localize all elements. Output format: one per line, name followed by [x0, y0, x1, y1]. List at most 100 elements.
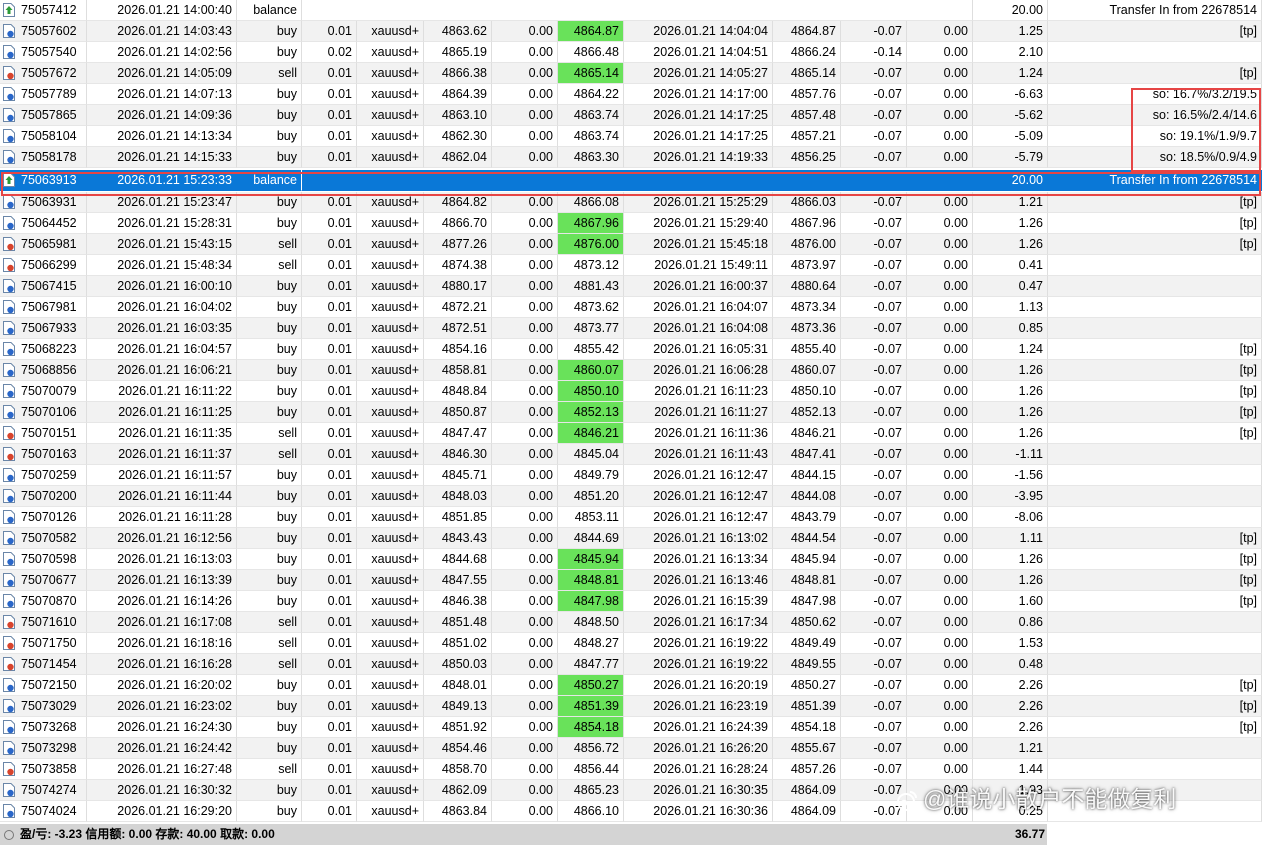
cell-volume: 0.01 — [302, 654, 357, 675]
cell-sl: 0.00 — [492, 486, 558, 507]
cell-close-price: 4857.48 — [773, 105, 841, 126]
ticket-number: 75057865 — [21, 108, 77, 122]
trade-row[interactable]: 75070106 2026.01.21 16:11:25 buy 0.01 xauusd… — [0, 402, 1262, 423]
cell-volume: 0.01 — [302, 738, 357, 759]
trade-row[interactable]: 75058104 2026.01.21 14:13:34 buy 0.01 xauusd… — [0, 126, 1262, 147]
trade-row[interactable]: 75070259 2026.01.21 16:11:57 buy 0.01 xauusd… — [0, 465, 1262, 486]
cell-sl: 0.00 — [492, 213, 558, 234]
cell-open-price: 4863.84 — [424, 801, 492, 822]
cell-profit: 20.00 — [973, 0, 1048, 21]
cell-open-price: 4844.68 — [424, 549, 492, 570]
cell-commission: -0.07 — [841, 423, 907, 444]
trade-row[interactable]: 75071750 2026.01.21 16:18:16 sell 0.01 xauus… — [0, 633, 1262, 654]
cell-type: sell — [237, 255, 302, 276]
cell-symbol: xauusd+ — [357, 147, 424, 168]
trade-row[interactable]: 75068856 2026.01.21 16:06:21 buy 0.01 xauusd… — [0, 360, 1262, 381]
buy-order-icon — [3, 300, 15, 314]
trade-row[interactable]: 75064452 2026.01.21 15:28:31 buy 0.01 xauusd… — [0, 213, 1262, 234]
cell-commission: -0.07 — [841, 63, 907, 84]
trade-row[interactable]: 75070582 2026.01.21 16:12:56 buy 0.01 xauusd… — [0, 528, 1262, 549]
cell-type: buy — [237, 84, 302, 105]
cell-close-price: 4857.76 — [773, 84, 841, 105]
sell-order-icon — [3, 447, 15, 461]
cell-symbol: xauusd+ — [357, 570, 424, 591]
balance-row[interactable]: 75063913 2026.01.21 15:23:33 balance 20.00 T… — [0, 170, 1262, 191]
trade-row[interactable]: 75057540 2026.01.21 14:02:56 buy 0.02 xauusd… — [0, 42, 1262, 63]
cell-ticket: 75070677 — [0, 570, 87, 591]
cell-swap: 0.00 — [907, 213, 973, 234]
cell-tp: 4845.04 — [558, 444, 624, 465]
cell-swap: 0.00 — [907, 675, 973, 696]
buy-order-icon — [3, 321, 15, 335]
cell-commission: -0.07 — [841, 360, 907, 381]
trade-row[interactable]: 75068223 2026.01.21 16:04:57 buy 0.01 xauusd… — [0, 339, 1262, 360]
trade-row[interactable]: 75071610 2026.01.21 16:17:08 sell 0.01 xauus… — [0, 612, 1262, 633]
balance-row[interactable]: 75057412 2026.01.21 14:00:40 balance 20.00 T… — [0, 0, 1262, 21]
cell-swap: 0.00 — [907, 717, 973, 738]
cell-open-price: 4854.16 — [424, 339, 492, 360]
cell-ticket: 75074024 — [0, 801, 87, 822]
cell-comment — [1048, 654, 1262, 675]
trade-row[interactable]: 75067981 2026.01.21 16:04:02 buy 0.01 xauusd… — [0, 297, 1262, 318]
cell-tp: 4864.87 — [558, 21, 624, 42]
cell-tp: 4850.10 — [558, 381, 624, 402]
trade-row[interactable]: 75070151 2026.01.21 16:11:35 sell 0.01 xauus… — [0, 423, 1262, 444]
cell-profit: 1.26 — [973, 213, 1048, 234]
cell-ticket: 75065981 — [0, 234, 87, 255]
cell-sl: 0.00 — [492, 339, 558, 360]
trade-row[interactable]: 75063931 2026.01.21 15:23:47 buy 0.01 xauusd… — [0, 192, 1262, 213]
trade-row[interactable]: 75070677 2026.01.21 16:13:39 buy 0.01 xauusd… — [0, 570, 1262, 591]
ticket-number: 75074024 — [21, 804, 77, 818]
trade-row[interactable]: 75073268 2026.01.21 16:24:30 buy 0.01 xauusd… — [0, 717, 1262, 738]
cell-swap: 0.00 — [907, 612, 973, 633]
ticket-number: 75067415 — [21, 279, 77, 293]
trade-row[interactable]: 75057789 2026.01.21 14:07:13 buy 0.01 xauusd… — [0, 84, 1262, 105]
trade-row[interactable]: 75071454 2026.01.21 16:16:28 sell 0.01 xauus… — [0, 654, 1262, 675]
cell-symbol: xauusd+ — [357, 549, 424, 570]
trade-row[interactable]: 75073298 2026.01.21 16:24:42 buy 0.01 xauusd… — [0, 738, 1262, 759]
trade-row[interactable]: 75073858 2026.01.21 16:27:48 sell 0.01 xauus… — [0, 759, 1262, 780]
trade-row[interactable]: 75070870 2026.01.21 16:14:26 buy 0.01 xauusd… — [0, 591, 1262, 612]
cell-open-price: 4845.71 — [424, 465, 492, 486]
buy-order-icon — [3, 216, 15, 230]
buy-order-icon — [3, 699, 15, 713]
cell-sl: 0.00 — [492, 84, 558, 105]
cell-open-time: 2026.01.21 16:04:02 — [87, 297, 237, 318]
cell-open-time: 2026.01.21 16:13:39 — [87, 570, 237, 591]
cell-commission: -0.07 — [841, 465, 907, 486]
cell-ticket: 75073298 — [0, 738, 87, 759]
cell-open-time: 2026.01.21 14:03:43 — [87, 21, 237, 42]
cell-commission: -0.07 — [841, 318, 907, 339]
trade-row[interactable]: 75070598 2026.01.21 16:13:03 buy 0.01 xauusd… — [0, 549, 1262, 570]
cell-type: sell — [237, 234, 302, 255]
trade-row[interactable]: 75057602 2026.01.21 14:03:43 buy 0.01 xauusd… — [0, 21, 1262, 42]
cell-swap: 0.00 — [907, 591, 973, 612]
trade-row[interactable]: 75070163 2026.01.21 16:11:37 sell 0.01 xauus… — [0, 444, 1262, 465]
cell-type: buy — [237, 528, 302, 549]
trade-row[interactable]: 75073029 2026.01.21 16:23:02 buy 0.01 xauusd… — [0, 696, 1262, 717]
trade-row[interactable]: 75066299 2026.01.21 15:48:34 sell 0.01 xauus… — [0, 255, 1262, 276]
trade-row[interactable]: 75057672 2026.01.21 14:05:09 sell 0.01 xauus… — [0, 63, 1262, 84]
cell-comment — [1048, 486, 1262, 507]
cell-symbol: xauusd+ — [357, 255, 424, 276]
trade-row[interactable]: 75067415 2026.01.21 16:00:10 buy 0.01 xauusd… — [0, 276, 1262, 297]
cell-swap: 0.00 — [907, 255, 973, 276]
cell-profit: 2.10 — [973, 42, 1048, 63]
trade-row[interactable]: 75058178 2026.01.21 14:15:33 buy 0.01 xauusd… — [0, 147, 1262, 168]
cell-close-price: 4849.49 — [773, 633, 841, 654]
trade-row[interactable]: 75057865 2026.01.21 14:09:36 buy 0.01 xauusd… — [0, 105, 1262, 126]
trade-row[interactable]: 75070079 2026.01.21 16:11:22 buy 0.01 xauusd… — [0, 381, 1262, 402]
trade-row[interactable]: 75065981 2026.01.21 15:43:15 sell 0.01 xauus… — [0, 234, 1262, 255]
cell-profit: 2.26 — [973, 675, 1048, 696]
cell-comment — [1048, 318, 1262, 339]
cell-open-price: 4848.03 — [424, 486, 492, 507]
buy-order-icon — [3, 150, 15, 164]
cell-open-price: 4863.62 — [424, 21, 492, 42]
trade-row[interactable]: 75070200 2026.01.21 16:11:44 buy 0.01 xauusd… — [0, 486, 1262, 507]
cell-volume: 0.01 — [302, 486, 357, 507]
cell-swap: 0.00 — [907, 360, 973, 381]
trade-row[interactable]: 75070126 2026.01.21 16:11:28 buy 0.01 xauusd… — [0, 507, 1262, 528]
trade-row[interactable]: 75067933 2026.01.21 16:03:35 buy 0.01 xauusd… — [0, 318, 1262, 339]
trade-row[interactable]: 75072150 2026.01.21 16:20:02 buy 0.01 xauusd… — [0, 675, 1262, 696]
cell-symbol: xauusd+ — [357, 360, 424, 381]
